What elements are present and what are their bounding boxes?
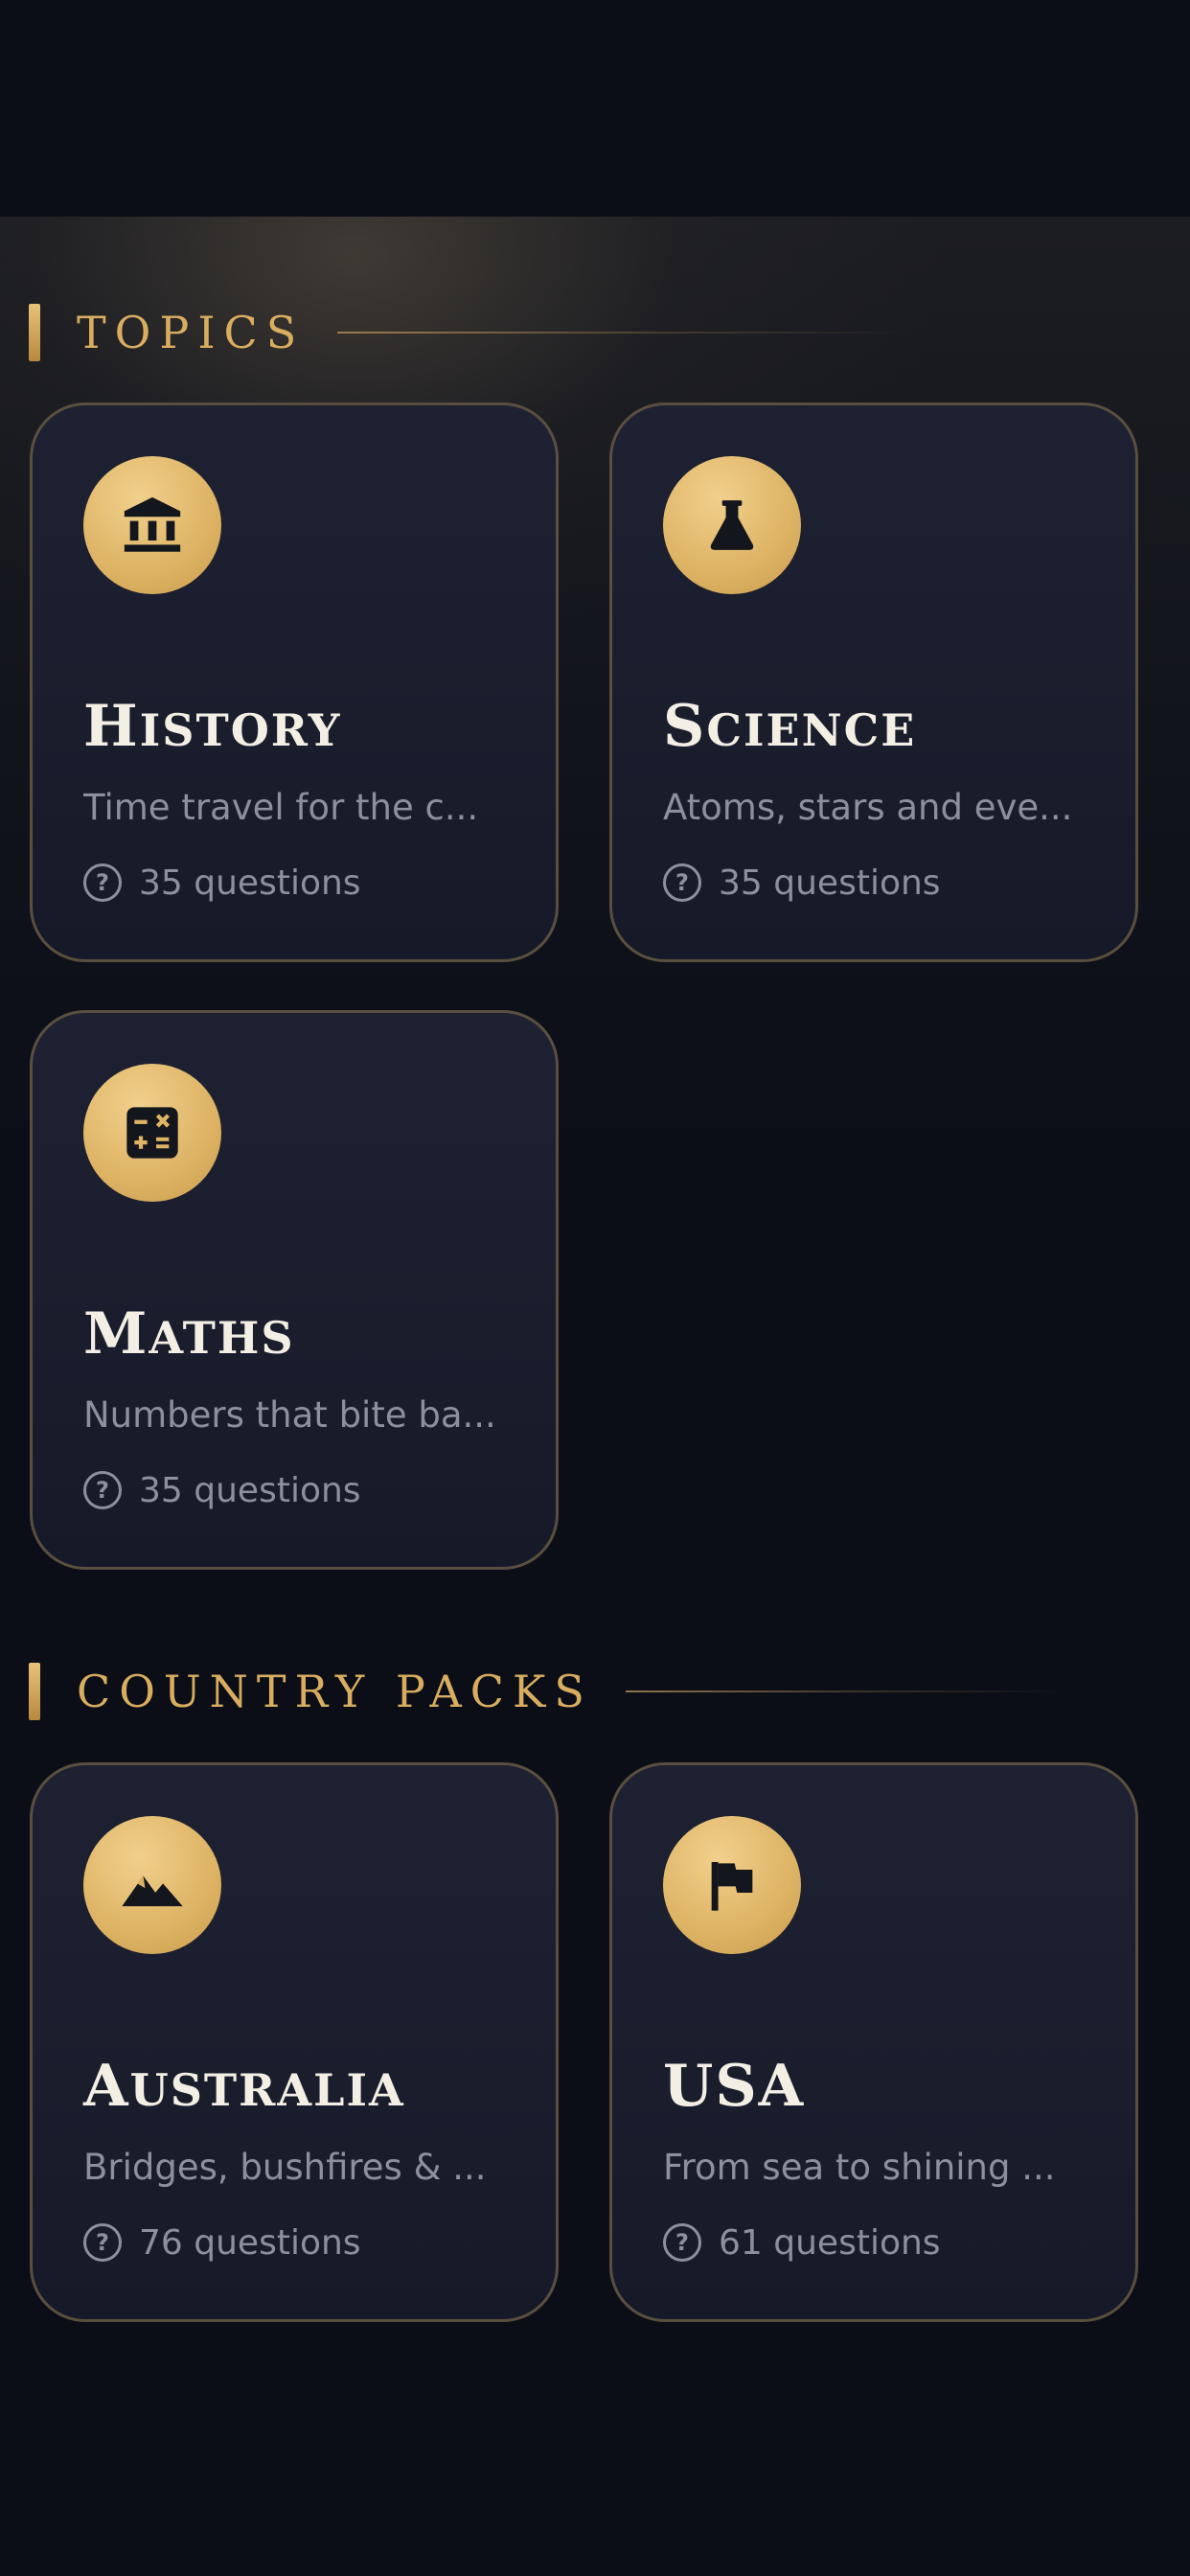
question-count: 35 questions [139,1470,361,1510]
card-description: Time travel for the c... [83,787,479,828]
section-title-country-packs: COUNTRY PACKS [77,1666,593,1717]
card-meta: ? 35 questions [663,862,941,904]
top-bar [0,0,1190,217]
question-count: 76 questions [139,2222,361,2263]
section-accent-bar [29,304,40,361]
card-meta: ? 61 questions [663,2221,941,2264]
section-divider-line [337,332,913,334]
flag-icon [663,1816,801,1954]
card-meta: ? 35 questions [83,862,361,904]
country-packs-section-header: COUNTRY PACKS [29,1663,1066,1720]
card-title: HISTORY [83,693,342,760]
bank-icon [83,456,221,594]
flask-icon [663,456,801,594]
card-description: Atoms, stars and eve... [663,787,1073,828]
topic-card-history[interactable]: HISTORY Time travel for the c... ? 35 qu… [30,402,559,962]
question-circle-icon: ? [83,863,122,902]
card-meta: ? 76 questions [83,2221,361,2264]
section-accent-bar [29,1663,40,1720]
question-circle-icon: ? [663,863,701,902]
question-count: 35 questions [139,862,361,903]
card-description: Bridges, bushfires & ... [83,2147,487,2188]
topic-card-maths[interactable]: MATHS Numbers that bite ba... ? 35 quest… [30,1010,559,1570]
question-circle-icon: ? [83,2223,122,2262]
country-card-usa[interactable]: USA From sea to shining ... ? 61 questio… [609,1762,1138,2322]
card-description: From sea to shining ... [663,2147,1056,2188]
card-title: MATHS [83,1300,295,1368]
card-title: SCIENCE [663,693,917,760]
question-circle-icon: ? [83,1471,122,1509]
topics-section-header: TOPICS [29,304,913,361]
card-description: Numbers that bite ba... [83,1394,496,1436]
card-meta: ? 35 questions [83,1469,361,1511]
mountain-icon [83,1816,221,1954]
question-count: 35 questions [719,862,941,903]
question-circle-icon: ? [663,2223,701,2262]
topic-card-science[interactable]: SCIENCE Atoms, stars and eve... ? 35 que… [609,402,1138,962]
question-count: 61 questions [719,2222,941,2263]
card-title: USA [663,2053,806,2120]
card-title: AUSTRALIA [83,2053,405,2120]
country-card-australia[interactable]: AUSTRALIA Bridges, bushfires & ... ? 76 … [30,1762,559,2322]
section-divider-line [625,1690,1066,1692]
section-title-topics: TOPICS [77,307,306,358]
calculator-icon [83,1064,221,1202]
